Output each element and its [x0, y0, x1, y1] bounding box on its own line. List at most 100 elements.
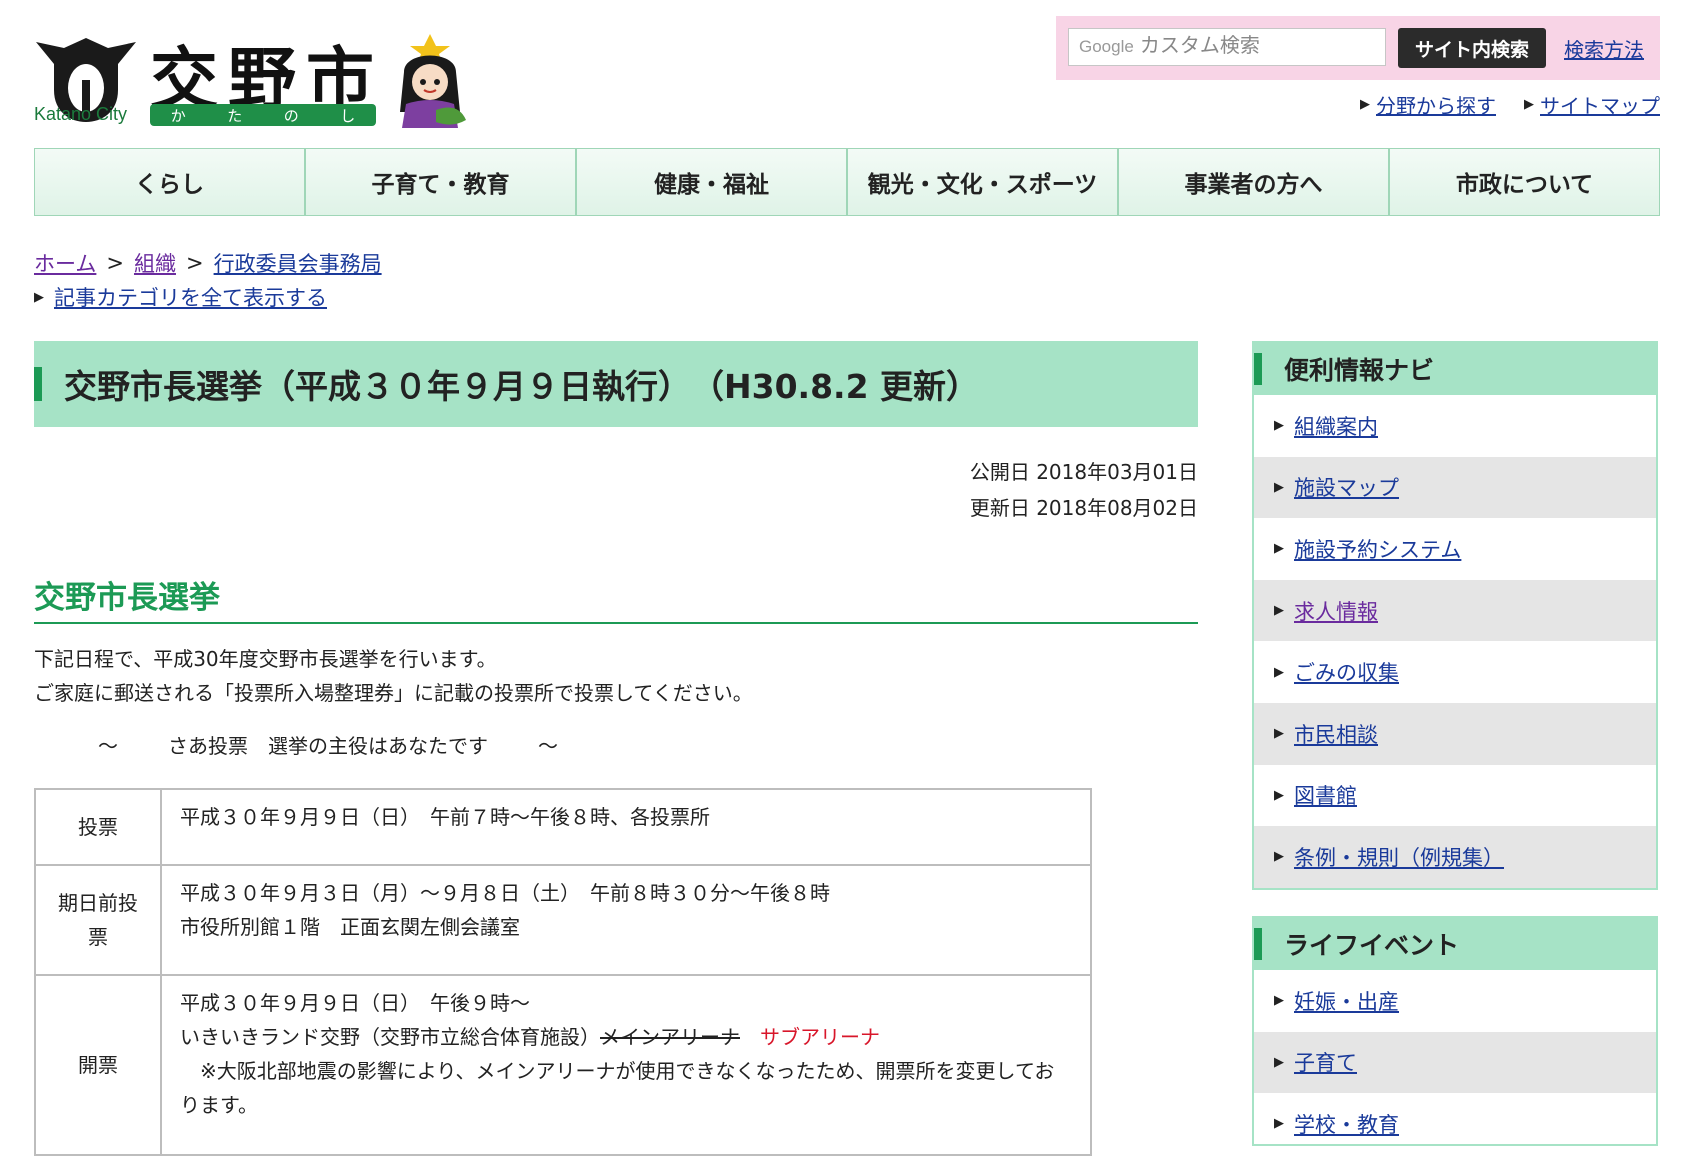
breadcrumb-organization[interactable]: 組織 — [134, 248, 176, 278]
site-search-button[interactable]: サイト内検索 — [1398, 28, 1546, 68]
sidebar-item-school-education: ▶ 学校・教育 — [1254, 1093, 1656, 1144]
sidebar-item-facility-reservation: ▶ 施設予約システム — [1254, 518, 1656, 580]
slogan-text: さあ投票 選挙の主役はあなたです — [168, 734, 488, 758]
nav-item-tourism-culture-sports[interactable]: 観光・文化・スポーツ — [848, 149, 1119, 215]
logo-kana-char: の — [283, 106, 299, 125]
triangle-right-icon: ▶ — [1274, 1054, 1284, 1070]
browse-by-field-link[interactable]: 分野から探す — [1376, 90, 1496, 119]
browse-by-field-item: ▶ 分野から探す — [1360, 90, 1496, 119]
header-accent-bar — [1254, 353, 1262, 385]
breadcrumb-admin-committee[interactable]: 行政委員会事務局 — [214, 248, 382, 278]
sidebar-item-organization-guide: ▶ 組織案内 — [1254, 395, 1656, 457]
slogan-tilde: ～ — [538, 734, 558, 758]
logo-english: Katano City — [34, 104, 128, 124]
row-header-early-voting: 期日前投票 — [34, 864, 162, 976]
cell-line: いきいきランド交野（交野市立総合体育施設）メインアリーナ サブアリーナ — [180, 1020, 1072, 1054]
venue-name: いきいきランド交野（交野市立総合体育施設） — [180, 1025, 600, 1049]
cell-line: 平成３０年９月９日（日） 午後９時～ — [180, 991, 530, 1015]
triangle-right-icon: ▶ — [1274, 1116, 1284, 1132]
search-help-link[interactable]: 検索方法 — [1564, 34, 1644, 63]
header-links: ▶ 分野から探す ▶ サイトマップ — [1360, 90, 1660, 119]
useful-info-navi-title: 便利情報ナビ — [1284, 356, 1435, 385]
useful-info-navi-header: 便利情報ナビ — [1254, 343, 1656, 395]
nav-item-living[interactable]: くらし — [35, 149, 306, 215]
sidebar-link[interactable]: 市民相談 — [1294, 719, 1378, 749]
logo-kana-char: か — [170, 106, 186, 125]
triangle-right-icon: ▶ — [1274, 541, 1284, 557]
breadcrumb-separator: > — [106, 251, 124, 275]
early-voting-label: 期日前投票 — [58, 891, 138, 949]
life-events-header: ライフイベント — [1254, 918, 1656, 970]
sidebar-item-library: ▶ 図書館 — [1254, 765, 1656, 827]
sidebar-item-childcare: ▶ 子育て — [1254, 1031, 1656, 1094]
breadcrumb-separator: > — [185, 251, 204, 275]
triangle-right-icon: ▶ — [1274, 479, 1284, 495]
sidebar-link[interactable]: 図書館 — [1294, 780, 1357, 810]
triangle-right-icon: ▶ — [1274, 787, 1284, 803]
sidebar-link[interactable]: ごみの収集 — [1294, 657, 1399, 687]
row-body-counting: 平成３０年９月９日（日） 午後９時～ いきいきランド交野（交野市立総合体育施設）… — [160, 974, 1092, 1156]
header-accent-bar — [1254, 928, 1262, 960]
sidebar-link[interactable]: 組織案内 — [1294, 411, 1378, 441]
category-link-row: ▶ 記事カテゴリを全て表示する — [34, 282, 327, 312]
sidebar-item-job-info: ▶ 求人情報 — [1254, 579, 1656, 642]
updated-date: 更新日 2018年08月02日 — [969, 496, 1198, 520]
row-header-voting: 投票 — [34, 788, 162, 866]
article-dates: 公開日 2018年03月01日 更新日 2018年08月02日 — [970, 454, 1198, 526]
google-brand: Google — [1079, 37, 1134, 56]
logo-kana-char: た — [227, 106, 243, 125]
row-body-early-voting: 平成３０年９月３日（月）～９月８日（土） 午前８時３０分～午後８時 市役所別館１… — [160, 864, 1092, 976]
table-row: 期日前投票 平成３０年９月３日（月）～９月８日（土） 午前８時３０分～午後８時 … — [34, 864, 1092, 976]
mascot-image — [400, 34, 466, 128]
title-accent-bar — [34, 367, 42, 401]
nav-item-childcare-education[interactable]: 子育て・教育 — [306, 149, 577, 215]
logo-kana-bar: か た の し — [150, 104, 376, 126]
sidebar-link[interactable]: 妊娠・出産 — [1294, 986, 1399, 1016]
sidebar-link[interactable]: 子育て — [1294, 1047, 1357, 1077]
sidebar-link[interactable]: 施設マップ — [1294, 472, 1399, 502]
intro-text: 下記日程で、平成30年度交野市長選挙を行います。 ご家庭に郵送される「投票所入場… — [34, 642, 753, 710]
table-row: 投票 平成３０年９月９日（日） 午前７時～午後８時、各投票所 — [34, 788, 1092, 866]
venue-new-arena: サブアリーナ — [760, 1025, 880, 1049]
sidebar-item-ordinances: ▶ 条例・規則（例規集） — [1254, 826, 1656, 888]
nav-item-business[interactable]: 事業者の方へ — [1119, 149, 1390, 215]
triangle-right-icon: ▶ — [1274, 418, 1284, 434]
intro-line: ご家庭に郵送される「投票所入場整理券」に記載の投票所で投票してください。 — [34, 681, 753, 705]
triangle-right-icon: ▶ — [1360, 97, 1370, 112]
row-body-voting: 平成３０年９月９日（日） 午前７時～午後８時、各投票所 — [160, 788, 1092, 866]
useful-info-navi: 便利情報ナビ ▶ 組織案内 ▶ 施設マップ ▶ 施設予約システム ▶ 求人情報 … — [1252, 341, 1658, 890]
triangle-right-icon: ▶ — [1524, 97, 1534, 112]
venue-old-arena: メインアリーナ — [600, 1025, 740, 1049]
breadcrumb: ホーム > 組織 > 行政委員会事務局 — [34, 248, 382, 278]
page-title: 交野市長選挙（平成３０年９月９日執行） （H30.8.2 更新） — [64, 367, 980, 406]
site-search-bar: Google カスタム検索 サイト内検索 検索方法 — [1056, 16, 1660, 80]
logo-kana-char: し — [340, 106, 356, 125]
nav-item-health-welfare[interactable]: 健康・福祉 — [577, 149, 848, 215]
cell-line: 平成３０年９月９日（日） 午前７時～午後８時、各投票所 — [180, 805, 710, 829]
sitemap-link[interactable]: サイトマップ — [1540, 90, 1660, 119]
cell-note: ※大阪北部地震の影響により、メインアリーナが使用できなくなったため、開票所を変更… — [180, 1059, 1055, 1117]
triangle-right-icon: ▶ — [34, 289, 44, 305]
search-input[interactable]: Google カスタム検索 — [1068, 28, 1386, 66]
sidebar-item-citizen-consultation: ▶ 市民相談 — [1254, 702, 1656, 765]
breadcrumb-home[interactable]: ホーム — [34, 248, 96, 278]
sidebar-link[interactable]: 条例・規則（例規集） — [1294, 842, 1504, 872]
intro-line: 下記日程で、平成30年度交野市長選挙を行います。 — [34, 647, 497, 671]
slogan-tilde: ～ — [98, 734, 118, 758]
page-title-box: 交野市長選挙（平成３０年９月９日執行） （H30.8.2 更新） — [34, 341, 1198, 427]
slogan: ～ さあ投票 選挙の主役はあなたです ～ — [98, 730, 558, 759]
life-events: ライフイベント ▶ 妊娠・出産 ▶ 子育て ▶ 学校・教育 — [1252, 916, 1658, 1146]
triangle-right-icon: ▶ — [1274, 726, 1284, 742]
triangle-right-icon: ▶ — [1274, 603, 1284, 619]
cell-line: 平成３０年９月３日（月）～９月８日（土） 午前８時３０分～午後８時 — [180, 881, 830, 905]
sidebar-link[interactable]: 施設予約システム — [1294, 534, 1461, 564]
election-schedule-table: 投票 平成３０年９月９日（日） 午前７時～午後８時、各投票所 期日前投票 平成３… — [34, 788, 1092, 1156]
show-all-categories-link[interactable]: 記事カテゴリを全て表示する — [54, 282, 327, 312]
triangle-right-icon: ▶ — [1274, 849, 1284, 865]
sidebar-link[interactable]: 学校・教育 — [1294, 1109, 1399, 1139]
cell-line: 市役所別館１階 正面玄関左側会議室 — [180, 915, 520, 939]
sidebar-item-garbage-collection: ▶ ごみの収集 — [1254, 641, 1656, 703]
section-heading: 交野市長選挙 — [34, 572, 1198, 624]
sidebar-link[interactable]: 求人情報 — [1294, 596, 1378, 626]
nav-item-city-government[interactable]: 市政について — [1390, 149, 1659, 215]
